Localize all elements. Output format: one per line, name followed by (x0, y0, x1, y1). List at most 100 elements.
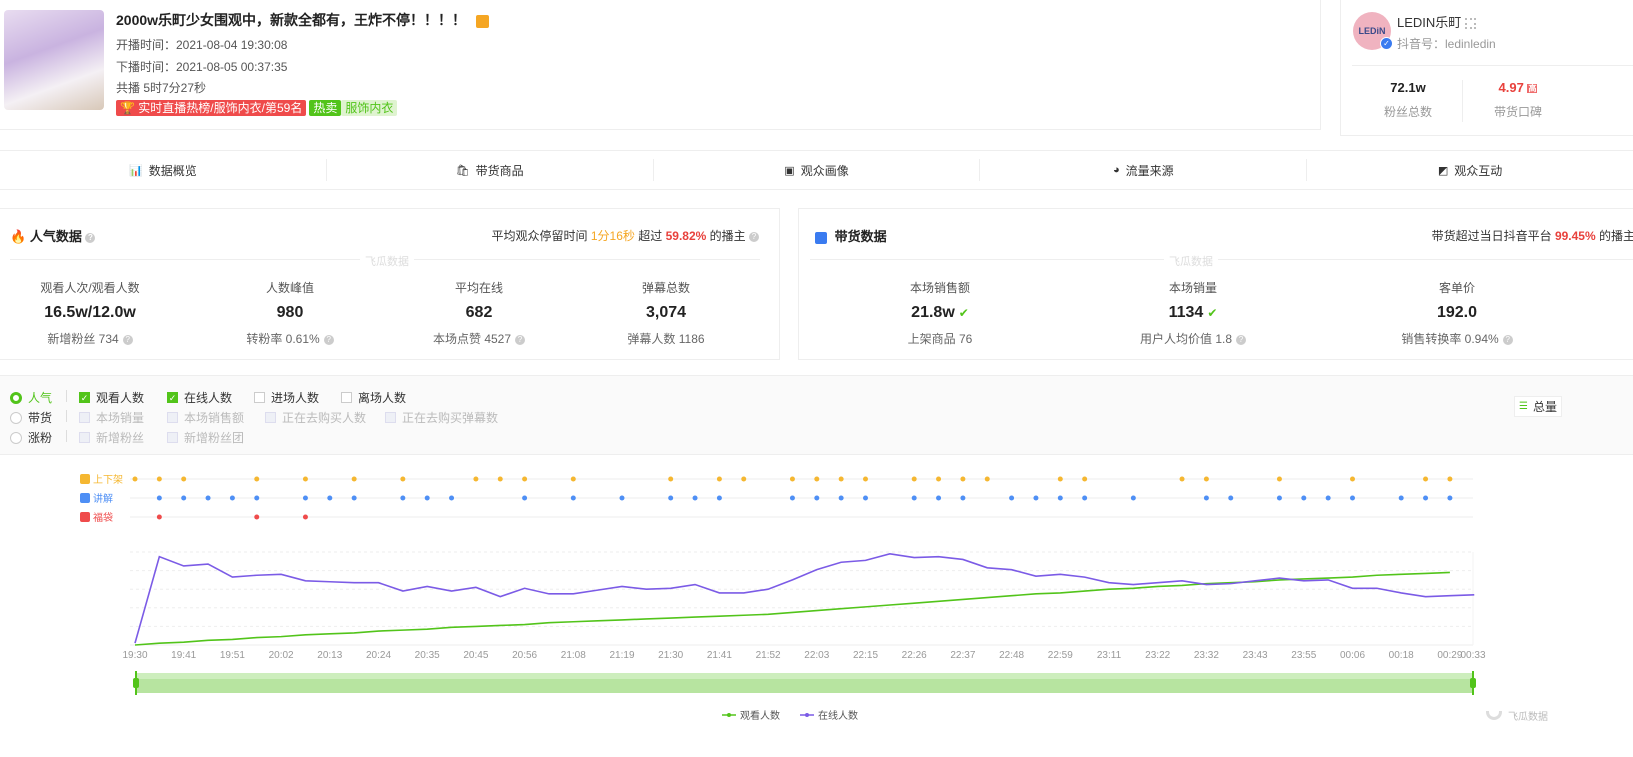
metric-checkbox[interactable]: 新增粉丝 (79, 429, 144, 446)
event-dot[interactable] (449, 495, 455, 501)
tab-4[interactable]: ◩ 观众互动 (1307, 159, 1633, 181)
event-dot[interactable] (351, 495, 357, 501)
event-dot[interactable] (838, 495, 844, 501)
event-dot[interactable] (1009, 495, 1015, 501)
metric-checkbox[interactable]: ✓ 观看人数 (79, 389, 144, 406)
event-dot[interactable] (254, 514, 260, 520)
total-toggle[interactable]: ☰ 总量 (1514, 396, 1562, 417)
help-icon[interactable]: ? (1236, 334, 1247, 345)
metric-checkbox[interactable]: ✓ 在线人数 (167, 389, 232, 406)
event-dot[interactable] (1203, 476, 1209, 482)
help-icon[interactable]: ? (85, 232, 96, 243)
live-cover-image[interactable] (4, 10, 104, 110)
tab-2[interactable]: ▣ 观众画像 (654, 159, 981, 181)
event-dot[interactable] (132, 476, 138, 482)
mode-radio-1[interactable]: 带货 (10, 409, 52, 426)
event-dot[interactable] (254, 495, 260, 501)
event-dot[interactable] (302, 495, 308, 501)
event-dot[interactable] (1325, 495, 1331, 501)
event-dot[interactable] (156, 476, 162, 482)
event-dot[interactable] (1398, 495, 1404, 501)
metric-checkbox[interactable]: 离场人数 (341, 389, 406, 406)
event-dot[interactable] (1130, 495, 1136, 501)
metric-checkbox[interactable]: 正在去购买人数 (265, 409, 366, 426)
event-dot[interactable] (181, 495, 187, 501)
event-dot[interactable] (1082, 495, 1088, 501)
event-dot[interactable] (351, 476, 357, 482)
event-dot[interactable] (619, 495, 625, 501)
event-dot[interactable] (327, 495, 333, 501)
help-icon[interactable]: ? (323, 334, 334, 345)
event-dot[interactable] (838, 476, 844, 482)
tab-3[interactable]: ◕ 流量来源 (980, 159, 1308, 181)
trend-chart[interactable]: 上下架讲解福袋 19:30 19:41 19:51 20:02 20:13 20:24 20:… (0, 460, 1633, 730)
event-dot[interactable] (668, 476, 674, 482)
event-dot[interactable] (1057, 476, 1063, 482)
event-dot[interactable] (1057, 495, 1063, 501)
event-dot[interactable] (863, 476, 868, 482)
event-dot[interactable] (863, 495, 868, 501)
event-dot[interactable] (1203, 495, 1209, 501)
anchor-name[interactable]: LEDIN乐町 (1397, 15, 1461, 30)
help-icon[interactable]: ? (749, 231, 759, 242)
event-dot[interactable] (741, 476, 747, 482)
event-dot[interactable] (911, 495, 917, 501)
event-dot[interactable] (984, 476, 990, 482)
event-dot[interactable] (1228, 495, 1234, 501)
event-dot[interactable] (302, 476, 308, 482)
tab-0[interactable]: 📊 数据概览 (0, 159, 327, 181)
event-dot[interactable] (400, 476, 406, 482)
event-dot[interactable] (424, 495, 430, 501)
zoom-slider-handle[interactable] (1470, 678, 1476, 688)
event-dot[interactable] (302, 514, 308, 520)
event-dot[interactable] (960, 476, 966, 482)
tab-1[interactable]: 🛍 带货商品 (327, 159, 654, 181)
event-dot[interactable] (1276, 476, 1282, 482)
event-dot[interactable] (181, 476, 187, 482)
event-dot[interactable] (814, 495, 820, 501)
event-dot[interactable] (473, 476, 479, 482)
event-dot[interactable] (960, 495, 966, 501)
event-dot[interactable] (1276, 495, 1282, 501)
event-dot[interactable] (156, 514, 162, 520)
metric-checkbox[interactable]: 本场销量 (79, 409, 144, 426)
event-dot[interactable] (570, 476, 576, 482)
metric-checkbox[interactable]: 进场人数 (254, 389, 319, 406)
mode-radio-0[interactable]: 人气 (10, 389, 52, 406)
rank-tag[interactable]: 🏆 实时直播热榜/服饰内衣/第59名 (116, 100, 307, 116)
event-dot[interactable] (936, 476, 942, 482)
event-dot[interactable] (911, 476, 917, 482)
event-dot[interactable] (1301, 495, 1307, 501)
help-icon[interactable]: ? (1502, 334, 1513, 345)
event-dot[interactable] (205, 495, 211, 501)
event-dot[interactable] (229, 495, 235, 501)
help-icon[interactable]: ? (122, 334, 133, 345)
event-dot[interactable] (1350, 476, 1355, 482)
event-dot[interactable] (1082, 476, 1088, 482)
zoom-slider-handle[interactable] (133, 678, 139, 688)
event-dot[interactable] (789, 476, 795, 482)
legend-item[interactable]: 在线人数 (818, 709, 858, 722)
event-dot[interactable] (692, 495, 698, 501)
event-dot[interactable] (1179, 476, 1185, 482)
metric-checkbox[interactable]: 本场销售额 (167, 409, 244, 426)
event-dot[interactable] (716, 476, 722, 482)
event-dot[interactable] (570, 495, 576, 501)
event-dot[interactable] (400, 495, 406, 501)
help-icon[interactable]: ? (515, 334, 526, 345)
event-dot[interactable] (1033, 495, 1039, 501)
metric-checkbox[interactable]: 正在去购买弹幕数 (385, 409, 498, 426)
event-dot[interactable] (522, 476, 528, 482)
event-dot[interactable] (254, 476, 260, 482)
event-dot[interactable] (497, 476, 503, 482)
event-dot[interactable] (814, 476, 820, 482)
qrcode-icon[interactable] (1464, 18, 1476, 30)
event-dot[interactable] (1447, 495, 1453, 501)
anchor-avatar[interactable]: LEDiN ✓ (1353, 12, 1393, 50)
event-dot[interactable] (1423, 476, 1429, 482)
legend-item[interactable]: 观看人数 (740, 709, 780, 722)
event-dot[interactable] (1447, 476, 1453, 482)
event-dot[interactable] (1350, 495, 1355, 501)
event-dot[interactable] (668, 495, 674, 501)
metric-checkbox[interactable]: 新增粉丝团 (167, 429, 244, 446)
